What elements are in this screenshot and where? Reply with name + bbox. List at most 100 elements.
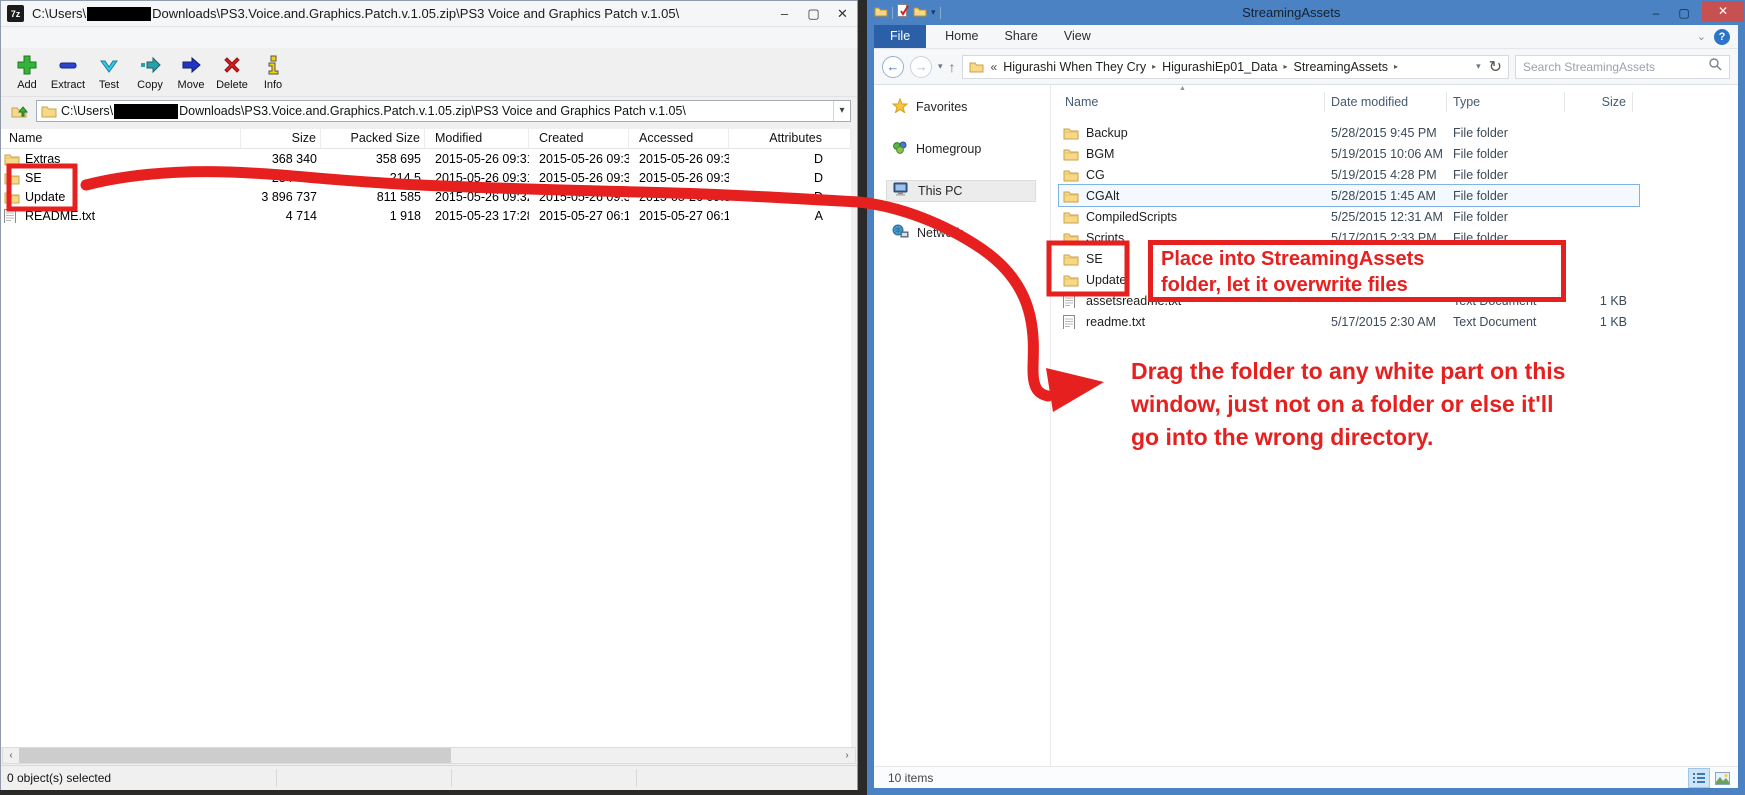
table-row[interactable]: README.txt 4 714 1 918 2015-05-23 17:28 … [1,206,851,225]
test-button[interactable]: Test [89,50,129,94]
add-button[interactable]: Add [7,50,47,94]
menu-item[interactable] [33,36,49,40]
folder-icon [1063,231,1079,245]
maximize-button[interactable]: ▢ [799,4,828,24]
sidebar-item-homegroup[interactable]: Homegroup [886,138,1036,160]
horizontal-scrollbar[interactable]: ‹ › [2,747,856,764]
info-button[interactable]: Info [253,50,293,94]
cell-size: 1 KB [1565,315,1633,329]
cell-type: File folder [1447,168,1565,182]
table-row[interactable]: Update 3 896 737 811 585 2015-05-26 09:3… [1,187,851,206]
menu-item[interactable] [1,36,17,40]
tab-share[interactable]: Share [992,25,1051,48]
column-header-name[interactable]: Name [1,129,241,148]
scroll-left-arrow[interactable]: ‹ [3,748,19,763]
properties-icon[interactable] [897,4,909,22]
menu-item[interactable] [81,36,97,40]
annotation-text-line: go into the wrong directory. [1131,421,1706,454]
cell-date-modified: 5/28/2015 1:45 AM [1325,189,1447,203]
column-header-attributes[interactable]: Attributes [729,129,851,148]
scrollbar-track[interactable] [19,748,839,763]
column-header-size[interactable]: Size [1565,92,1633,112]
minimize-button[interactable]: – [770,4,799,24]
move-button[interactable]: Move [171,50,211,94]
folder-icon [4,190,20,204]
tab-home[interactable]: Home [932,25,991,48]
list-item[interactable]: Backup 5/28/2015 9:45 PM File folder [1059,122,1639,143]
table-row[interactable]: Extras 368 340 358 695 2015-05-26 09:31 … [1,149,851,168]
folder-icon [1063,168,1079,182]
column-header-accessed[interactable]: Accessed [629,129,729,148]
path-dropdown-button[interactable]: ▾ [833,101,850,121]
sidebar-item-label: Network [917,226,963,240]
delete-button[interactable]: Delete [212,50,252,94]
folder-icon[interactable] [874,4,888,22]
7zip-path-input[interactable]: C:\Users\Downloads\PS3.Voice.and.Graphic… [36,100,851,122]
7zip-window-title: C:\Users\Downloads\PS3.Voice.and.Graphic… [32,6,770,22]
menu-item[interactable] [65,36,81,40]
breadcrumb-overflow-icon[interactable]: « [991,60,998,74]
tab-file[interactable]: File [874,25,926,48]
breadcrumb[interactable]: « Higurashi When They Cry▸ HigurashiEp01_… [962,55,1509,79]
menu-item[interactable] [17,36,33,40]
close-button[interactable]: ✕ [1702,1,1744,22]
explorer-address-bar: ← → ▾ ↑ « Higurashi When They Cry▸ Higura… [874,49,1738,85]
minimize-ribbon-icon[interactable]: ⌄ [1697,30,1706,43]
copy-button[interactable]: Copy [130,50,170,94]
help-icon[interactable]: ? [1714,29,1730,45]
up-button[interactable]: ↑ [949,59,956,75]
extract-button[interactable]: Extract [48,50,88,94]
column-header-created[interactable]: Created [529,129,629,148]
cell-name: CGAlt [1059,189,1325,203]
new-folder-icon[interactable] [913,4,927,22]
annotation-text-line: Drag the folder to any white part on thi… [1131,355,1706,388]
scroll-right-arrow[interactable]: › [839,748,855,763]
table-row[interactable]: SE 234 467 214 5 2015-05-26 09:31 2015-0… [1,168,851,187]
root-folder-icon[interactable] [7,100,31,122]
column-header-date-modified[interactable]: Date modified [1325,92,1447,112]
scrollbar-thumb[interactable] [19,748,451,763]
list-item[interactable]: readme.txt 5/17/2015 2:30 AM Text Docume… [1059,311,1639,332]
cell-accessed: 2015-05-26 09:31 [629,171,729,185]
explorer-titlebar: ▾ StreamingAssets – ▢ ✕ [867,0,1745,25]
back-button[interactable]: ← [882,56,904,78]
annotation-text-line: Place into StreamingAssets [1161,246,1553,272]
close-button[interactable]: ✕ [828,4,857,24]
delete-icon [220,53,244,77]
list-item[interactable]: CompiledScripts 5/25/2015 12:31 AM File … [1059,206,1639,227]
column-header-type[interactable]: Type [1447,92,1565,112]
sidebar-item-network[interactable]: Network [886,222,1036,244]
refresh-icon[interactable]: ↻ [1489,57,1502,77]
cell-attributes: D [729,152,851,166]
column-header-modified[interactable]: Modified [425,129,529,148]
divider [636,769,637,787]
chevron-right-icon[interactable]: ▸ [1283,62,1287,71]
thumbnail-view-button[interactable] [1712,769,1732,787]
chevron-right-icon[interactable]: ▸ [1394,62,1398,71]
tab-view[interactable]: View [1051,25,1104,48]
forward-button[interactable]: → [910,56,932,78]
maximize-button[interactable]: ▢ [1670,6,1698,20]
column-header-size[interactable]: Size [241,129,321,148]
cell-size: 234 467 [241,171,321,185]
sidebar-item-this-pc[interactable]: This PC [886,180,1036,202]
customize-qat-icon[interactable]: ▾ [931,7,936,18]
list-item[interactable]: CGAlt 5/28/2015 1:45 AM File folder [1059,185,1639,206]
list-item[interactable]: BGM 5/19/2015 10:06 AM File folder [1059,143,1639,164]
details-view-button[interactable] [1689,769,1709,787]
cell-attributes: D [729,171,851,185]
address-dropdown-icon[interactable]: ▾ [1476,61,1481,72]
breadcrumb-item[interactable]: StreamingAssets▸ [1294,60,1399,74]
sidebar-item-favorites[interactable]: Favorites [886,96,1036,118]
breadcrumb-item[interactable]: Higurashi When They Cry▸ [1003,60,1156,74]
menu-item[interactable] [49,36,65,40]
search-input[interactable]: Search StreamingAssets [1515,55,1730,79]
column-header-name[interactable]: Name [1059,92,1325,112]
search-icon[interactable] [1708,57,1722,76]
recent-locations-icon[interactable]: ▾ [938,61,943,72]
minimize-button[interactable]: – [1642,6,1670,20]
list-item[interactable]: CG 5/19/2015 4:28 PM File folder [1059,164,1639,185]
breadcrumb-item[interactable]: HigurashiEp01_Data▸ [1162,60,1287,74]
chevron-right-icon[interactable]: ▸ [1152,62,1156,71]
column-header-packed-size[interactable]: Packed Size [321,129,425,148]
